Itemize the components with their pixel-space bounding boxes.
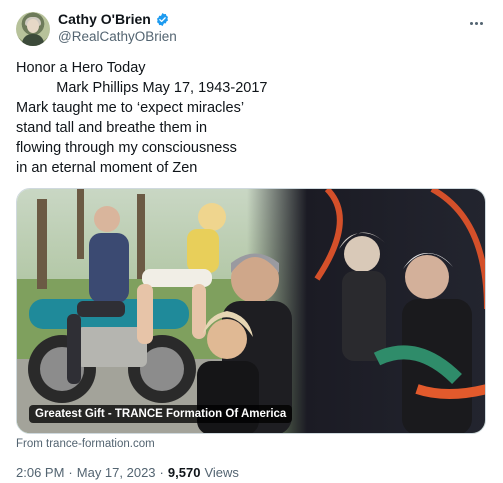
author-handle[interactable]: @RealCathyOBrien [58,29,177,44]
more-icon[interactable] [467,14,485,32]
views-label: Views [204,465,239,480]
verified-badge-icon [155,12,170,27]
link-card-title: Greatest Gift - TRANCE Formation Of Amer… [29,405,293,423]
meta-separator: · [68,465,73,480]
views-count: 9,570 [167,465,201,480]
link-card[interactable]: Greatest Gift - TRANCE Formation Of Amer… [16,188,486,434]
meta-separator: · [159,465,164,480]
tweet: Cathy O'Brien @RealCathyOBrien Honor a H… [0,0,503,483]
tweet-text-line: Mark Phillips May 17, 1943-2017 [16,80,268,96]
tweet-text-line: flowing through my consciousness [16,140,237,156]
tweet-text: Honor a Hero Today Mark Phillips May 17,… [16,58,486,178]
avatar-face [27,19,39,33]
author-row: Cathy O'Brien [58,11,170,27]
tweet-meta: 2:06 PM · May 17, 2023 · 9,570 Views [16,465,239,480]
tweet-date[interactable]: May 17, 2023 [77,465,156,480]
tweet-text-line: stand tall and breathe them in [16,120,208,136]
tweet-text-line: Mark taught me to ‘expect miracles’ [16,100,245,116]
avatar[interactable] [16,12,50,46]
link-card-source[interactable]: From trance-formation.com [16,438,155,450]
tweet-text-line: Honor a Hero Today [16,60,146,76]
avatar-body [22,34,44,46]
tweet-time[interactable]: 2:06 PM [16,465,64,480]
author-display-name[interactable]: Cathy O'Brien [58,11,151,27]
link-card-image [17,189,485,433]
tweet-text-line: in an eternal moment of Zen [16,160,198,176]
